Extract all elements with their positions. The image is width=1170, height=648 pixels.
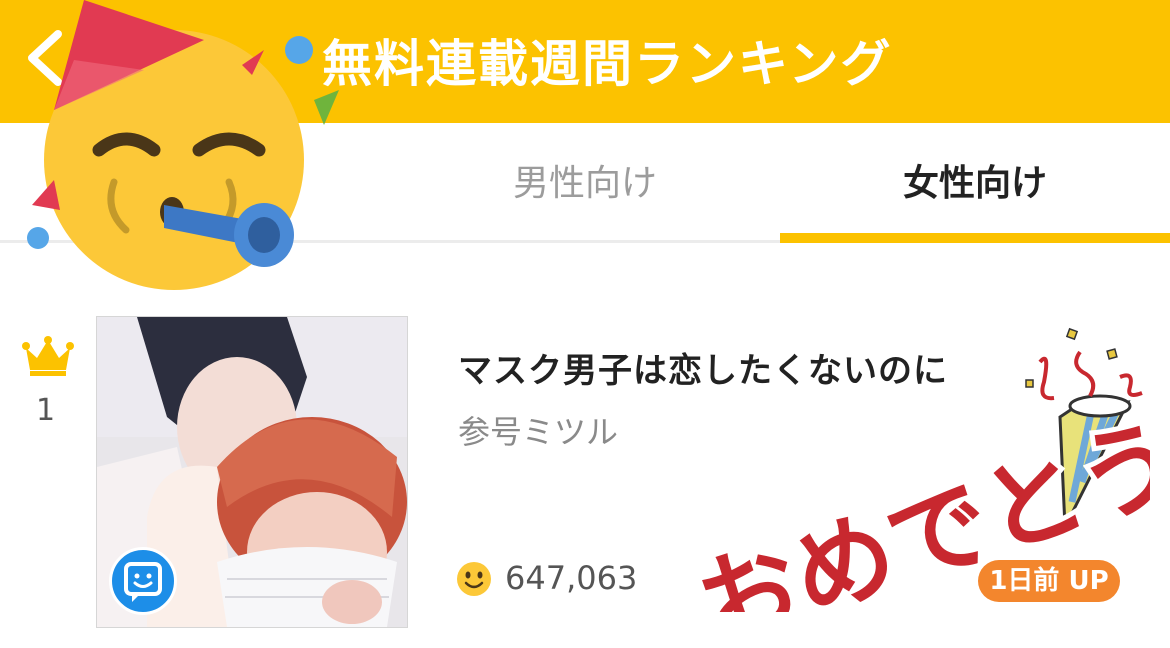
- page-title: 無料連載週間ランキング: [322, 35, 893, 93]
- author-name: 参号ミツル: [458, 413, 619, 451]
- view-count: 647,063: [505, 559, 638, 597]
- tab-male[interactable]: 男性向け: [390, 123, 780, 241]
- party-face-icon: [27, 0, 339, 290]
- tab-female[interactable]: 女性向け: [780, 123, 1170, 241]
- rank-number: 1: [36, 393, 56, 428]
- smile-icon: [457, 562, 491, 596]
- active-tab-indicator: [780, 233, 1170, 243]
- manga-cover[interactable]: [96, 316, 408, 628]
- crown-icon: [22, 336, 74, 376]
- comment-badge-icon: [109, 547, 177, 615]
- update-badge: 1日前 UP: [978, 560, 1120, 602]
